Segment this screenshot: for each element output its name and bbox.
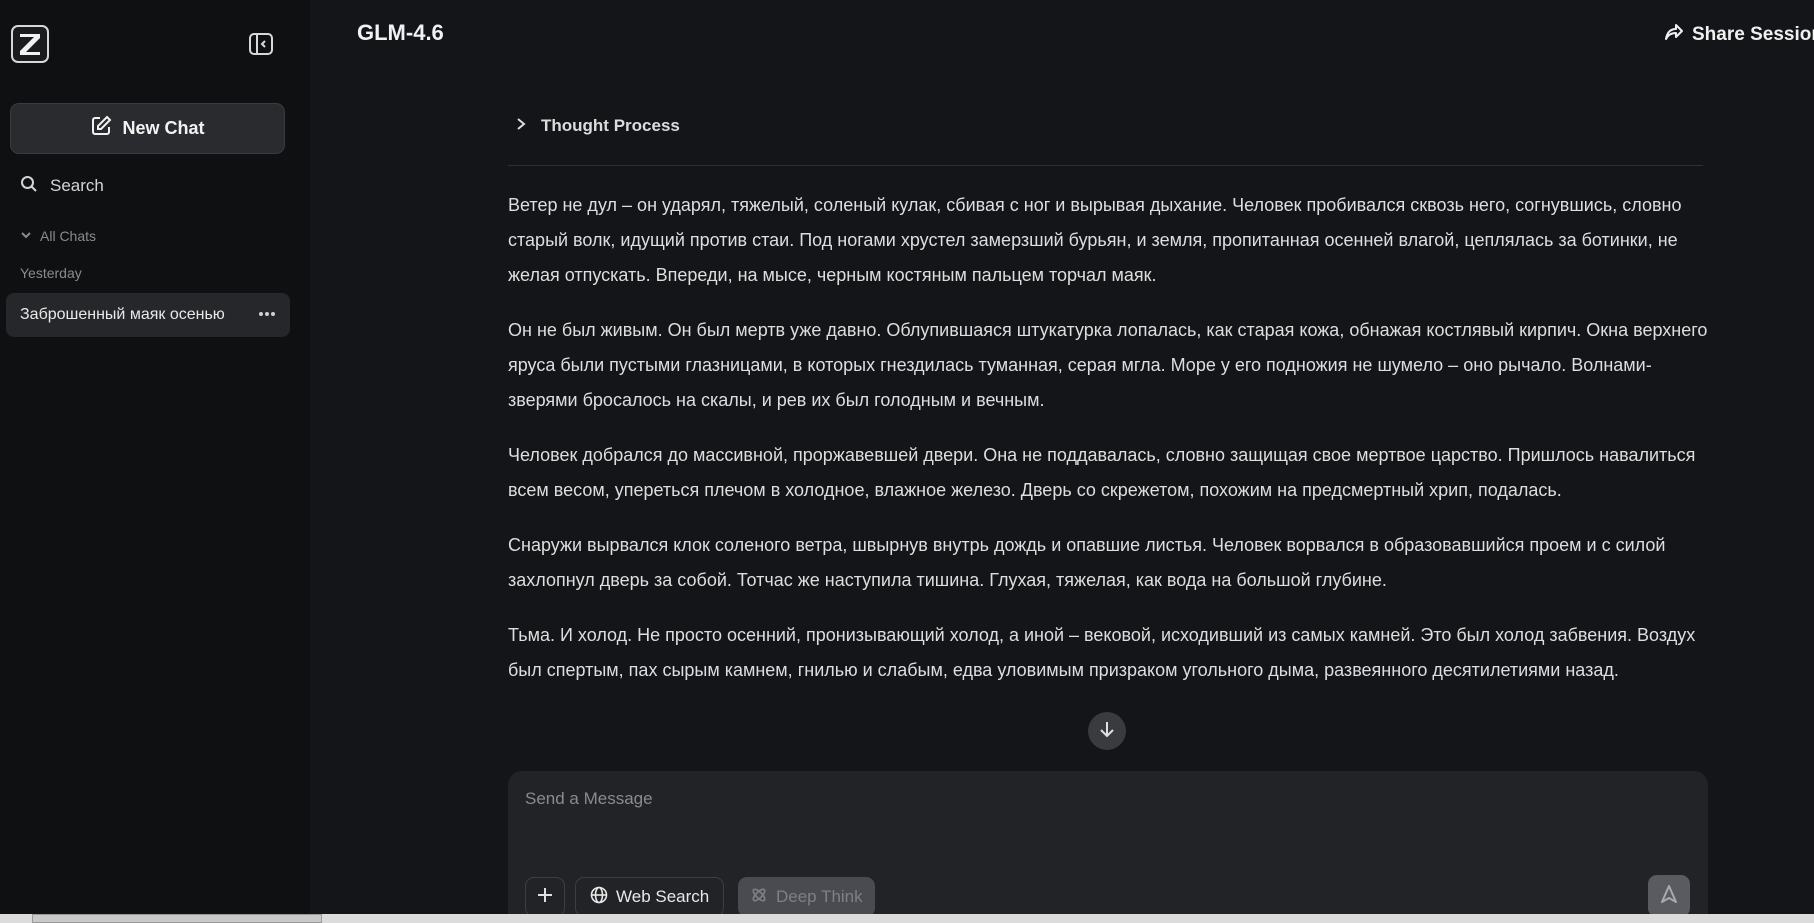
- taskbar-window[interactable]: [32, 914, 322, 923]
- message-paragraph: Он не был живым. Он был мертв уже давно.…: [508, 320, 1708, 410]
- search-icon: [20, 175, 38, 198]
- globe-icon: [590, 886, 608, 909]
- chat-item-title: Заброшенный маяк осенью: [20, 306, 225, 323]
- all-chats-label: All Chats: [40, 228, 97, 244]
- chat-group-label: Yesterday: [20, 265, 82, 281]
- web-search-label: Web Search: [616, 887, 710, 906]
- new-chat-label: New Chat: [122, 118, 205, 138]
- chat-list-item[interactable]: Заброшенный маяк осенью: [6, 293, 290, 337]
- chevron-down-icon: [20, 228, 32, 244]
- send-button[interactable]: [1648, 875, 1690, 917]
- message-composer: Web Search Deep Think: [508, 771, 1708, 923]
- scroll-down-button[interactable]: [1088, 712, 1126, 750]
- thought-process-label: Thought Process: [541, 116, 680, 135]
- thought-process-toggle[interactable]: Thought Process: [515, 116, 680, 136]
- message-paragraph: Человек добрался до массивной, проржавев…: [508, 445, 1696, 500]
- search-button[interactable]: Search: [20, 172, 104, 200]
- share-session-button[interactable]: Share Session: [1664, 22, 1814, 48]
- assistant-message: Ветер не дул – он ударял, тяжелый, солен…: [508, 188, 1708, 708]
- model-name[interactable]: GLM-4.6: [357, 20, 444, 46]
- sidebar-toggle-icon[interactable]: [246, 29, 276, 59]
- search-label: Search: [50, 176, 104, 195]
- share-icon: [1664, 22, 1684, 48]
- attach-button[interactable]: [525, 877, 565, 917]
- all-chats-toggle[interactable]: All Chats: [20, 228, 96, 244]
- plus-icon: [536, 884, 554, 910]
- share-label: Share Session: [1692, 24, 1814, 45]
- deep-think-label: Deep Think: [776, 887, 863, 906]
- deep-think-button[interactable]: Deep Think: [738, 877, 875, 917]
- app-logo-icon[interactable]: [11, 25, 49, 63]
- edit-icon: [90, 115, 112, 142]
- message-paragraph: Тьма. И холод. Не просто осенний, прониз…: [508, 625, 1696, 680]
- message-input[interactable]: [525, 789, 1625, 809]
- new-chat-button[interactable]: New Chat: [10, 103, 285, 154]
- send-icon: [1659, 884, 1679, 909]
- message-paragraph: Снаружи вырвался клок соленого ветра, шв…: [508, 535, 1666, 590]
- message-paragraph: Ветер не дул – он ударял, тяжелый, солен…: [508, 195, 1682, 285]
- web-search-button[interactable]: Web Search: [575, 877, 725, 917]
- more-options-icon[interactable]: [258, 305, 276, 321]
- atom-icon: [750, 886, 768, 909]
- divider: [508, 165, 1703, 166]
- sidebar: New Chat Search All Chats Yesterday Забр…: [0, 0, 310, 914]
- arrow-down-icon: [1098, 720, 1116, 743]
- chevron-right-icon: [515, 116, 527, 136]
